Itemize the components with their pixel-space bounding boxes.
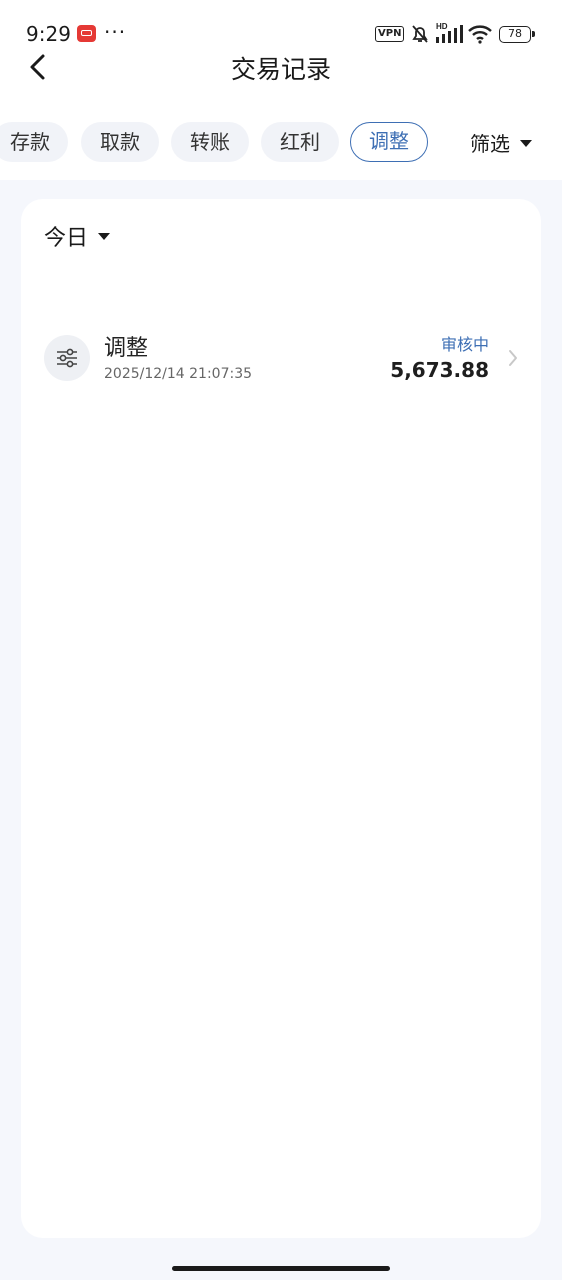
home-indicator[interactable] bbox=[172, 1266, 390, 1271]
records-card: 今日 调整 2025/12/14 21:07:35 审核中 5,673.88 bbox=[21, 199, 541, 1238]
record-type: 调整 bbox=[104, 336, 149, 361]
tab-deposit[interactable]: 存款 bbox=[0, 122, 68, 162]
status-badge: 审核中 bbox=[440, 335, 489, 354]
caret-down-icon bbox=[520, 140, 532, 147]
tab-transfer[interactable]: 转账 bbox=[171, 122, 249, 162]
top-bar: 9:29 ··· VPN HD 78 交易记录 存款 取款 转账 红利 调整 筛… bbox=[0, 0, 562, 180]
vpn-icon: VPN bbox=[375, 26, 405, 42]
date-range-select[interactable]: 今日 bbox=[44, 220, 111, 252]
tab-withdraw[interactable]: 取款 bbox=[81, 122, 159, 162]
tab-bonus[interactable]: 红利 bbox=[261, 122, 339, 162]
caret-down-icon bbox=[98, 232, 111, 240]
chevron-right-icon bbox=[509, 350, 517, 366]
category-tabs: 存款 取款 转账 红利 调整 bbox=[0, 122, 450, 164]
notification-app-icon bbox=[77, 25, 96, 42]
tab-adjustment[interactable]: 调整 bbox=[350, 122, 428, 162]
record-amount: 5,673.88 bbox=[390, 358, 489, 382]
wifi-icon bbox=[468, 25, 492, 44]
status-time: 9:29 bbox=[26, 22, 71, 46]
list-item[interactable]: 调整 2025/12/14 21:07:35 审核中 5,673.88 bbox=[21, 321, 541, 401]
signal-icon: HD bbox=[436, 22, 463, 43]
bell-muted-icon bbox=[412, 25, 428, 43]
battery-icon: 78 bbox=[499, 26, 535, 43]
date-range-label: 今日 bbox=[44, 226, 89, 251]
record-time: 2025/12/14 21:07:35 bbox=[104, 366, 253, 382]
svg-text:HD: HD bbox=[436, 22, 448, 31]
page-title: 交易记录 bbox=[230, 55, 331, 84]
sliders-icon bbox=[44, 335, 90, 381]
filter-button[interactable]: 筛选 bbox=[470, 128, 532, 157]
filter-label: 筛选 bbox=[470, 132, 510, 156]
status-more-dots: ··· bbox=[104, 20, 127, 44]
